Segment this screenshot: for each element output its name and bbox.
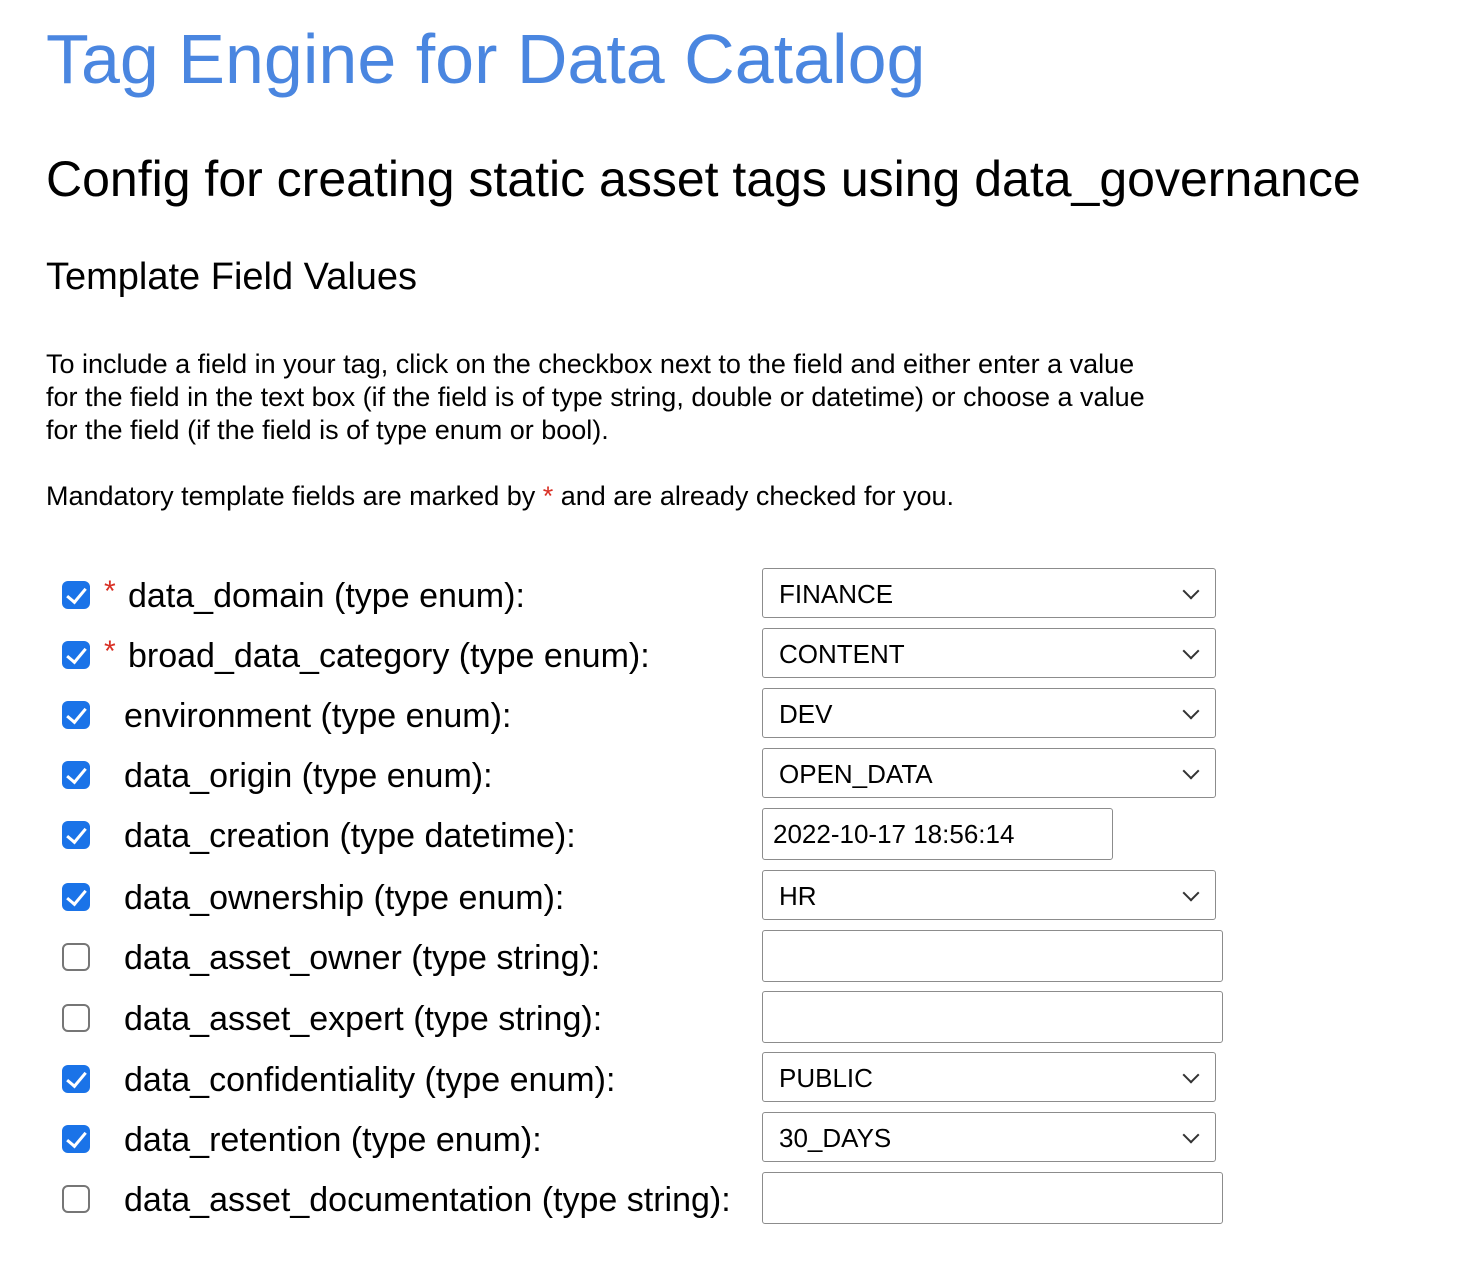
- required-asterisk-icon: *: [104, 575, 116, 608]
- required-asterisk-icon: *: [104, 635, 116, 668]
- chevron-down-icon: [1182, 642, 1200, 660]
- chevron-down-icon: [1182, 1126, 1200, 1144]
- mandatory-note-suffix: and are already checked for you.: [553, 481, 954, 511]
- input-data-asset-expert[interactable]: [762, 991, 1223, 1043]
- checkbox-broad-data-category[interactable]: [62, 641, 90, 669]
- field-label-environment: environment (type enum):: [124, 697, 512, 735]
- select-value-data-origin: OPEN_DATA: [779, 759, 933, 789]
- field-row-data-asset-expert: data_asset_expert (type string):: [0, 991, 1482, 1047]
- select-value-data-confidentiality: PUBLIC: [779, 1063, 873, 1093]
- chevron-down-icon: [1182, 702, 1200, 720]
- checkbox-data-asset-expert[interactable]: [62, 1004, 90, 1032]
- field-row-data-asset-documentation: data_asset_documentation (type string):: [0, 1172, 1482, 1228]
- checkbox-environment[interactable]: [62, 701, 90, 729]
- field-label-data-retention: data_retention (type enum):: [124, 1121, 542, 1159]
- select-data-origin[interactable]: OPEN_DATA: [762, 748, 1216, 798]
- select-value-data-retention: 30_DAYS: [779, 1123, 892, 1153]
- select-broad-data-category[interactable]: CONTENT: [762, 628, 1216, 678]
- input-data-asset-owner[interactable]: [762, 930, 1223, 982]
- field-label-broad-data-category: broad_data_category (type enum):: [128, 637, 650, 675]
- checkbox-data-origin[interactable]: [62, 761, 90, 789]
- select-data-domain[interactable]: FINANCE: [762, 568, 1216, 618]
- field-label-data-confidentiality: data_confidentiality (type enum):: [124, 1061, 616, 1099]
- field-label-data-asset-expert: data_asset_expert (type string):: [124, 1000, 603, 1038]
- required-asterisk-icon: *: [542, 481, 554, 511]
- select-value-data-domain: FINANCE: [779, 579, 894, 609]
- chevron-down-icon: [1182, 582, 1200, 600]
- field-row-data-ownership: data_ownership (type enum): HR: [0, 870, 1482, 926]
- field-row-data-domain: * data_domain (type enum): FINANCE: [0, 568, 1482, 624]
- field-label-data-asset-owner: data_asset_owner (type string):: [124, 939, 601, 977]
- checkbox-data-ownership[interactable]: [62, 883, 90, 911]
- chevron-down-icon: [1182, 762, 1200, 780]
- app-title: Tag Engine for Data Catalog: [46, 20, 926, 98]
- mandatory-note: Mandatory template fields are marked by …: [46, 480, 954, 513]
- section-title: Template Field Values: [46, 256, 418, 298]
- field-label-data-origin: data_origin (type enum):: [124, 757, 493, 795]
- field-row-data-retention: data_retention (type enum): 30_DAYS: [0, 1112, 1482, 1168]
- checkbox-data-asset-documentation[interactable]: [62, 1185, 90, 1213]
- chevron-down-icon: [1182, 1066, 1200, 1084]
- field-row-data-creation: data_creation (type datetime):: [0, 808, 1482, 864]
- field-label-data-domain: data_domain (type enum):: [128, 577, 525, 615]
- select-value-environment: DEV: [779, 699, 833, 729]
- checkbox-data-confidentiality[interactable]: [62, 1065, 90, 1093]
- checkbox-data-creation[interactable]: [62, 821, 90, 849]
- input-data-creation[interactable]: [762, 808, 1113, 860]
- select-data-confidentiality[interactable]: PUBLIC: [762, 1052, 1216, 1102]
- field-row-data-asset-owner: data_asset_owner (type string):: [0, 930, 1482, 986]
- select-data-ownership[interactable]: HR: [762, 870, 1216, 920]
- field-row-environment: environment (type enum): DEV: [0, 688, 1482, 744]
- config-title: Config for creating static asset tags us…: [46, 151, 1361, 207]
- input-data-asset-documentation[interactable]: [762, 1172, 1223, 1224]
- checkbox-data-domain[interactable]: [62, 581, 90, 609]
- field-row-data-origin: data_origin (type enum): OPEN_DATA: [0, 748, 1482, 804]
- field-label-data-ownership: data_ownership (type enum):: [124, 879, 565, 917]
- field-row-data-confidentiality: data_confidentiality (type enum): PUBLIC: [0, 1052, 1482, 1108]
- select-value-broad-data-category: CONTENT: [779, 639, 905, 669]
- field-label-data-creation: data_creation (type datetime):: [124, 817, 576, 855]
- field-label-data-asset-documentation: data_asset_documentation (type string):: [124, 1181, 731, 1219]
- mandatory-note-prefix: Mandatory template fields are marked by: [46, 481, 543, 511]
- select-environment[interactable]: DEV: [762, 688, 1216, 738]
- field-row-broad-data-category: * broad_data_category (type enum): CONTE…: [0, 628, 1482, 684]
- checkbox-data-asset-owner[interactable]: [62, 943, 90, 971]
- chevron-down-icon: [1182, 884, 1200, 902]
- select-data-retention[interactable]: 30_DAYS: [762, 1112, 1216, 1162]
- instructions-text: To include a field in your tag, click on…: [46, 349, 1145, 445]
- checkbox-data-retention[interactable]: [62, 1125, 90, 1153]
- select-value-data-ownership: HR: [779, 881, 817, 911]
